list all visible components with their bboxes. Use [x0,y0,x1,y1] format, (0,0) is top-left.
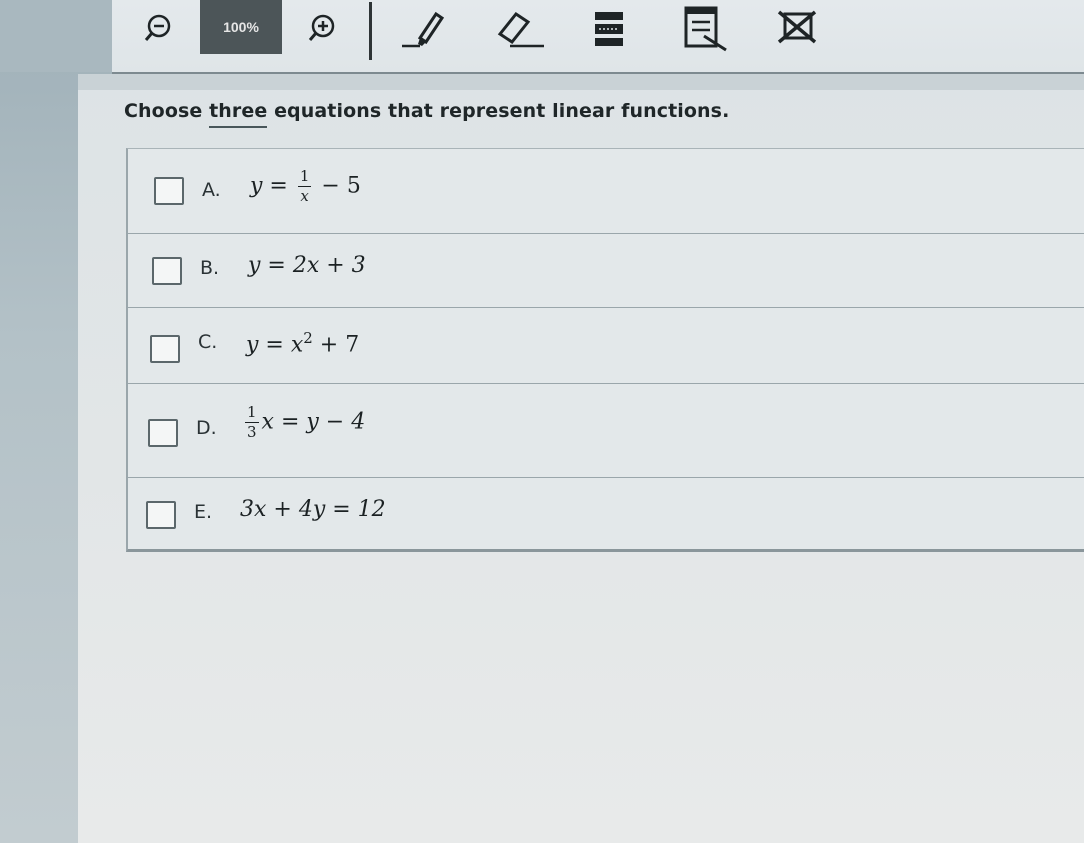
choice-letter: D. [196,417,217,439]
checkbox-b[interactable] [152,257,182,285]
content-top-stripe [78,74,1084,90]
choice-letter: E. [194,501,213,523]
line-reader-icon [595,12,623,46]
fraction-denominator: 3 [247,423,257,441]
fraction-denominator: x [300,187,309,205]
toolbar-left-strip [0,0,112,72]
choice-d[interactable]: D. 13x = y − 4 [128,383,1084,478]
notepad-icon [684,6,727,52]
question-emphasis: three [209,100,268,122]
question-prompt: Choose three equations that represent li… [124,100,729,122]
toolbar-divider [369,2,372,60]
eq-a-rhs: − 5 [321,173,361,199]
notepad-button[interactable] [678,6,734,52]
answer-eliminator-button[interactable] [772,8,822,48]
eq-e-text: 3x + 4y = 12 [240,497,386,522]
choice-letter: C. [198,331,218,353]
eq-c-lhs: y = x [246,332,304,358]
highlighter-icon [402,11,445,48]
choice-letter: A. [202,179,221,201]
toolbar: 100% [0,0,1084,74]
question-text-before: Choose [124,100,210,122]
zoom-in-icon [308,14,335,41]
zoom-in-button[interactable] [300,8,344,48]
highlighter-button[interactable] [394,8,454,48]
checkbox-e[interactable] [146,501,176,529]
choice-e[interactable]: E. 3x + 4y = 12 [128,477,1084,546]
equation-b: y = 2x + 3 [248,253,366,278]
answer-eliminator-icon [777,10,817,44]
eraser-button[interactable] [488,8,548,48]
zoom-level: 100% [200,0,282,54]
equation-e: 3x + 4y = 12 [240,497,386,522]
fraction-a: 1x [297,167,312,205]
equation-c: y = x2 + 7 [246,329,359,357]
zoom-out-icon [144,14,171,41]
choice-a[interactable]: A. y = 1x − 5 [128,149,1084,234]
choice-b[interactable]: B. y = 2x + 3 [128,233,1084,308]
zoom-out-button[interactable] [136,8,180,48]
checkbox-c[interactable] [150,335,180,363]
answer-choices: A. y = 1x − 5 B. y = 2x + 3 C. y = x2 + … [126,148,1084,552]
line-reader-button[interactable] [582,8,636,48]
eraser-icon [497,11,544,48]
choice-letter: B. [200,257,220,279]
fraction-numerator: 1 [297,167,312,187]
question-text-after: equations that represent linear function… [267,100,730,122]
equation-d: 13x = y − 4 [242,405,365,440]
checkbox-a[interactable] [154,177,184,205]
fraction-d: 13 [245,405,259,440]
choice-c[interactable]: C. y = x2 + 7 [128,307,1084,384]
fraction-numerator: 1 [245,403,259,423]
equation-a: y = 1x − 5 [250,169,361,204]
eq-b-text: y = 2x + 3 [248,253,366,278]
eq-c-exponent: 2 [303,329,313,347]
eq-c-rhs: + 7 [312,332,360,358]
eq-d-rhs: x = y − 4 [261,409,366,435]
eq-a-lhs: y = [250,173,288,199]
checkbox-d[interactable] [148,419,178,447]
